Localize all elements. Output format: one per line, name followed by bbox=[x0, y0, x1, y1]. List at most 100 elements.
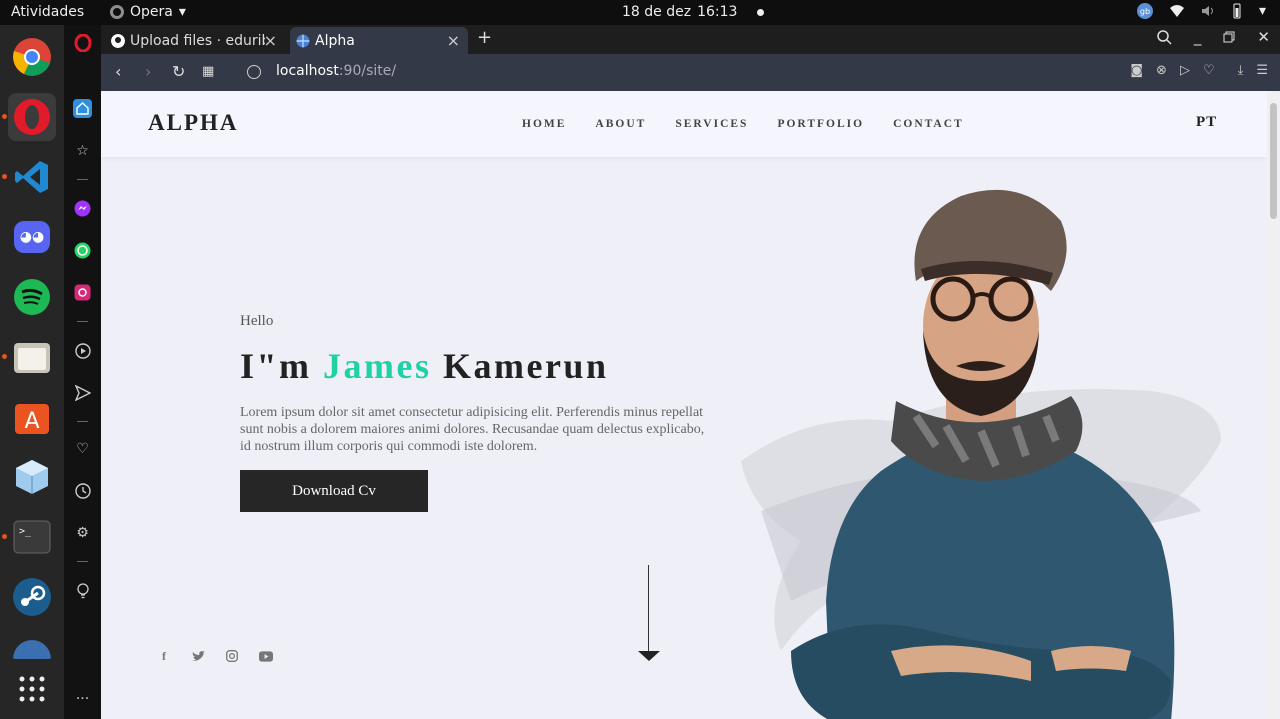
page-scrollbar[interactable] bbox=[1267, 91, 1280, 719]
url-path: :90/site/ bbox=[338, 63, 397, 79]
sidebar-divider bbox=[77, 421, 88, 422]
battery-icon bbox=[1233, 3, 1241, 19]
settings-gear-icon[interactable]: ⚙ bbox=[73, 523, 92, 542]
tab-upload-files[interactable]: Upload files · edurib1 × bbox=[105, 27, 285, 54]
virtualbox-icon[interactable] bbox=[8, 453, 56, 501]
activities-button[interactable]: Atividades bbox=[11, 4, 84, 20]
site-info-icon[interactable] bbox=[247, 65, 261, 79]
site-nav: HOME ABOUT SERVICES PORTFOLIO CONTACT bbox=[522, 118, 964, 130]
system-tray[interactable]: gb ▾ bbox=[1136, 3, 1266, 19]
files-icon[interactable] bbox=[2, 333, 56, 381]
keyboard-layout-icon[interactable]: gb bbox=[1136, 3, 1153, 19]
app-menu-label: Opera bbox=[130, 4, 173, 20]
chrome-icon[interactable] bbox=[8, 33, 56, 81]
social-links: f bbox=[157, 649, 273, 663]
tab-title: Upload files · edurib1 bbox=[130, 32, 265, 49]
volume-icon bbox=[1201, 6, 1213, 16]
send-icon[interactable] bbox=[73, 383, 92, 402]
opera-sidebar: ☆ ♡ ⚙ ··· bbox=[64, 25, 101, 719]
github-icon bbox=[111, 33, 125, 48]
svg-text:A: A bbox=[24, 409, 39, 434]
language-switch[interactable]: PT bbox=[1196, 114, 1217, 131]
web-page: ALPHA HOME ABOUT SERVICES PORTFOLIO CONT… bbox=[101, 91, 1267, 719]
globe-icon bbox=[296, 34, 310, 47]
minimize-icon[interactable]: _ bbox=[1194, 28, 1202, 46]
youtube-icon[interactable] bbox=[259, 649, 273, 663]
opera-icon[interactable] bbox=[2, 93, 56, 141]
discord-icon[interactable]: ◕◕ bbox=[8, 213, 56, 261]
nav-home[interactable]: HOME bbox=[522, 118, 566, 130]
bookmark-heart-icon[interactable]: ♡ bbox=[1203, 63, 1215, 78]
window-controls: _ ✕ bbox=[1157, 28, 1270, 46]
caret-down-icon: ▾ bbox=[178, 4, 186, 20]
reload-icon[interactable]: ↻ bbox=[172, 62, 185, 81]
easy-setup-icon[interactable]: ☰ bbox=[1256, 63, 1268, 78]
close-tab-icon[interactable]: × bbox=[447, 31, 460, 50]
home-icon[interactable] bbox=[73, 99, 92, 118]
twitter-icon[interactable] bbox=[191, 649, 205, 663]
hero-portrait-image bbox=[741, 189, 1221, 719]
system-menu-caret-icon: ▾ bbox=[1258, 3, 1266, 19]
snapshot-icon[interactable]: ◙ bbox=[1130, 63, 1143, 78]
search-tabs-icon[interactable] bbox=[1157, 29, 1172, 45]
partial-app-icon[interactable] bbox=[8, 629, 56, 659]
site-header: ALPHA HOME ABOUT SERVICES PORTFOLIO CONT… bbox=[101, 91, 1267, 157]
facebook-icon[interactable]: f bbox=[157, 649, 171, 663]
vscode-icon[interactable] bbox=[2, 153, 56, 201]
opera-menu-icon[interactable] bbox=[73, 33, 92, 52]
ubuntu-dock: ◕◕ A >_ bbox=[0, 25, 64, 719]
sidebar-divider bbox=[77, 561, 88, 562]
url-field[interactable]: localhost:90/site/ bbox=[276, 63, 396, 79]
scrollbar-thumb[interactable] bbox=[1270, 103, 1277, 219]
sidebar-divider bbox=[77, 321, 88, 322]
nav-services[interactable]: SERVICES bbox=[675, 118, 748, 130]
sidebar-divider bbox=[77, 179, 88, 180]
download-cv-button[interactable]: Download Cv bbox=[240, 470, 428, 512]
download-icon[interactable]: ⤓ bbox=[1238, 63, 1244, 78]
running-indicator bbox=[2, 354, 7, 359]
star-icon[interactable]: ☆ bbox=[73, 141, 92, 160]
new-tab-button[interactable]: + bbox=[477, 27, 492, 48]
svg-text:>_: >_ bbox=[19, 526, 32, 537]
player-icon[interactable] bbox=[73, 341, 92, 360]
tab-alpha[interactable]: Alpha × bbox=[290, 27, 468, 54]
whatsapp-icon[interactable] bbox=[73, 241, 92, 260]
tab-strip: Upload files · edurib1 × Alpha × + _ ✕ bbox=[101, 25, 1280, 54]
show-apps-icon[interactable] bbox=[8, 665, 56, 713]
lightbulb-icon[interactable] bbox=[73, 581, 92, 600]
clock[interactable]: 18 de dez 16:13 bbox=[622, 4, 765, 20]
software-center-icon[interactable]: A bbox=[8, 393, 56, 441]
instagram-social-icon[interactable] bbox=[225, 649, 239, 663]
messenger-icon[interactable] bbox=[73, 199, 92, 218]
scroll-indicator-line bbox=[648, 565, 649, 652]
nav-portfolio[interactable]: PORTFOLIO bbox=[777, 118, 864, 130]
tab-snapshot-icon[interactable]: ▦ bbox=[202, 64, 214, 79]
nav-contact[interactable]: CONTACT bbox=[893, 118, 964, 130]
hero-greeting: Hello bbox=[240, 313, 274, 329]
forward-icon[interactable]: › bbox=[145, 62, 151, 81]
hero-headline: I"m James Kamerun bbox=[240, 345, 608, 387]
headline-last-name: Kamerun bbox=[431, 346, 609, 386]
app-menu[interactable]: Opera ▾ bbox=[110, 4, 186, 20]
system-top-bar: Atividades Opera ▾ 18 de dez 16:13 gb ▾ bbox=[0, 0, 1280, 25]
headline-first-name: James bbox=[322, 346, 432, 386]
heart-icon[interactable]: ♡ bbox=[73, 439, 92, 458]
more-options-icon[interactable]: ··· bbox=[73, 689, 92, 708]
tab-title: Alpha bbox=[315, 32, 355, 49]
nav-about[interactable]: ABOUT bbox=[595, 118, 646, 130]
adblock-icon[interactable]: ⊗ bbox=[1156, 63, 1167, 78]
close-window-icon[interactable]: ✕ bbox=[1257, 28, 1270, 46]
restore-icon[interactable] bbox=[1223, 31, 1235, 43]
terminal-icon[interactable]: >_ bbox=[2, 513, 56, 561]
site-logo[interactable]: ALPHA bbox=[148, 110, 239, 136]
close-tab-icon[interactable]: × bbox=[264, 31, 277, 50]
address-tools: ◙ ⊗ ▷ ♡ ⤓ ☰ bbox=[1130, 63, 1268, 78]
spotify-icon[interactable] bbox=[8, 273, 56, 321]
steam-icon[interactable] bbox=[8, 573, 56, 621]
running-indicator bbox=[2, 534, 7, 539]
scroll-down-icon[interactable] bbox=[638, 651, 660, 661]
send-to-flow-icon[interactable]: ▷ bbox=[1180, 63, 1190, 78]
instagram-icon[interactable] bbox=[73, 283, 92, 302]
history-icon[interactable] bbox=[73, 481, 92, 500]
back-icon[interactable]: ‹ bbox=[115, 62, 121, 81]
